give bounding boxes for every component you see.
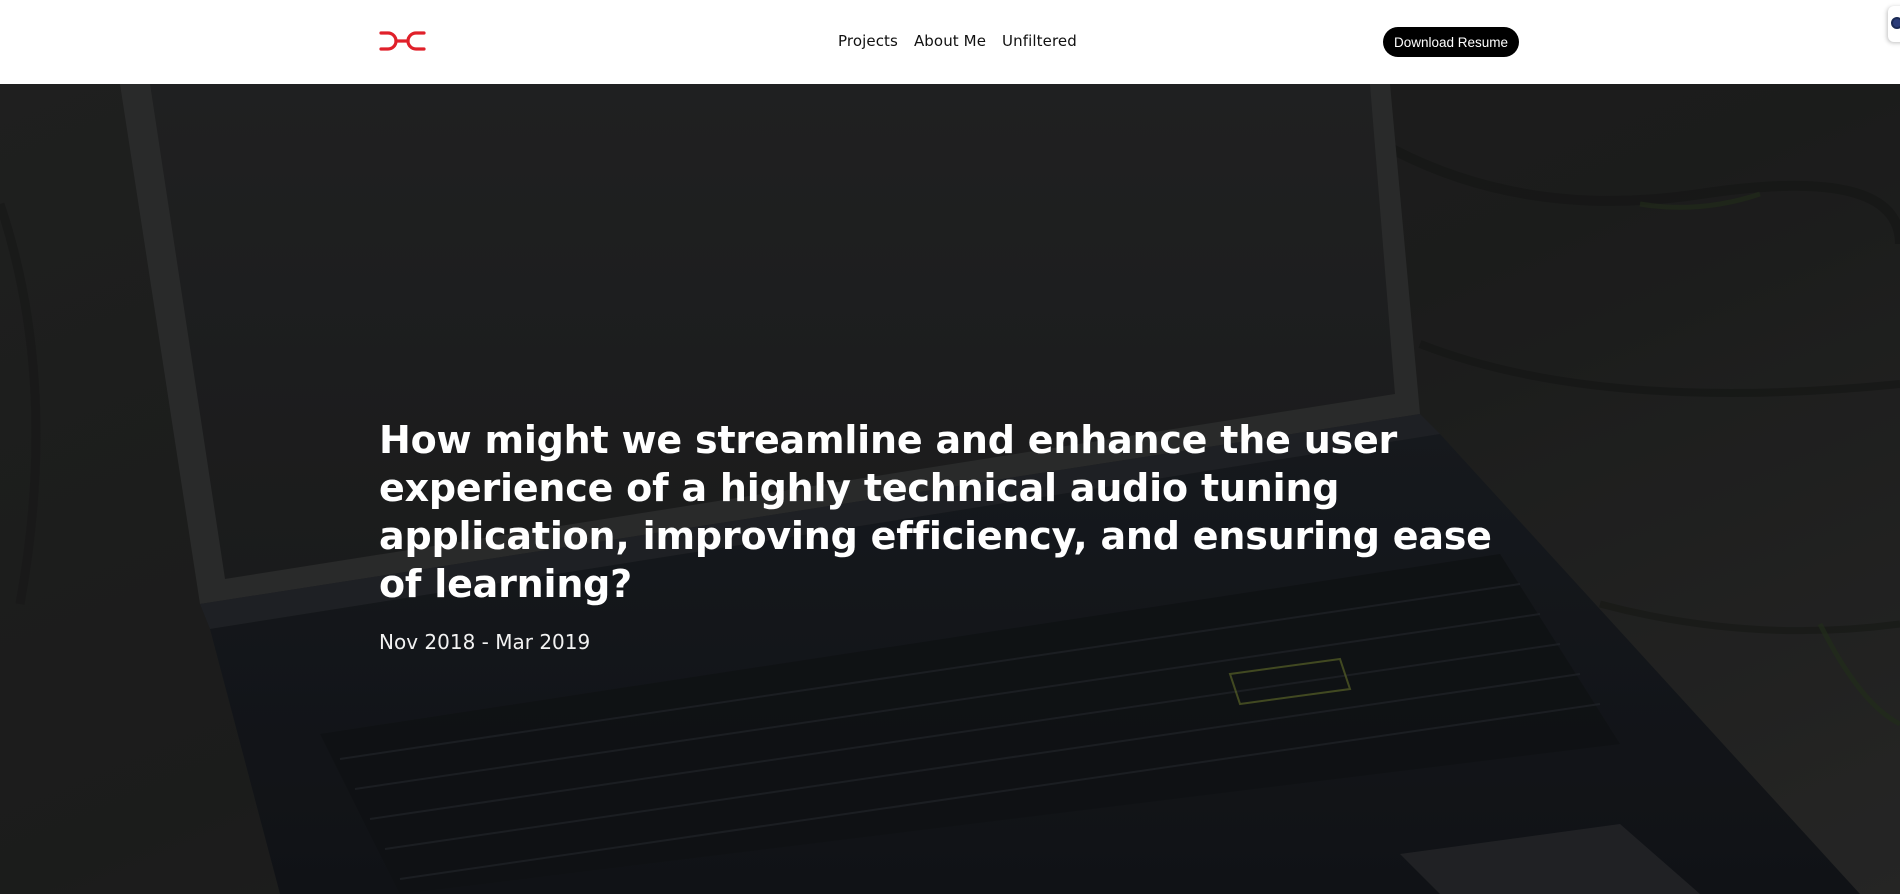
hero-section: How might we streamline and enhance the … bbox=[0, 84, 1900, 894]
hero-content: How might we streamline and enhance the … bbox=[379, 416, 1539, 654]
nav-link-projects[interactable]: Projects bbox=[838, 31, 898, 51]
top-navbar: Projects About Me Unfiltered Download Re… bbox=[0, 0, 1900, 84]
logo-icon[interactable] bbox=[378, 27, 428, 55]
extension-icon bbox=[1891, 17, 1900, 29]
hero-title: How might we streamline and enhance the … bbox=[379, 418, 1492, 606]
browser-extension-tab[interactable] bbox=[1888, 6, 1900, 42]
nav-link-about-me[interactable]: About Me bbox=[914, 31, 986, 51]
main-nav: Projects About Me Unfiltered bbox=[838, 31, 1077, 51]
download-resume-button[interactable]: Download Resume bbox=[1383, 27, 1519, 57]
nav-link-unfiltered[interactable]: Unfiltered bbox=[1002, 31, 1077, 51]
project-dates: Nov 2018 - Mar 2019 bbox=[379, 630, 591, 654]
